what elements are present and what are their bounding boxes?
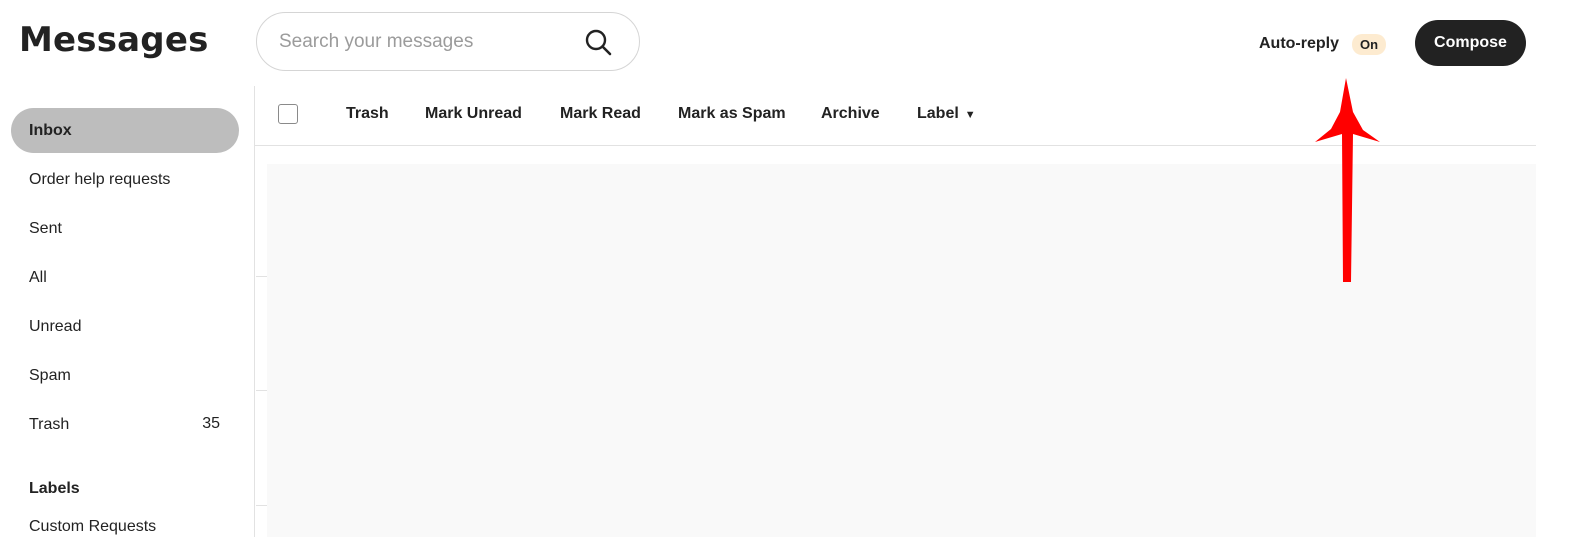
sidebar-item-inbox[interactable]: Inbox xyxy=(11,108,239,153)
sidebar-item-sent[interactable]: Sent xyxy=(11,206,239,251)
sidebar: Inbox Order help requests Sent All Unrea… xyxy=(0,108,250,535)
sidebar-item-label: Unread xyxy=(29,317,82,335)
trash-count: 35 xyxy=(202,415,220,432)
labels-heading: Labels xyxy=(29,480,80,497)
sidebar-divider xyxy=(254,86,255,537)
annotation-arrow-icon xyxy=(1315,78,1380,282)
mark-as-spam-button[interactable]: Mark as Spam xyxy=(678,105,786,123)
trash-button[interactable]: Trash xyxy=(346,105,389,123)
search-icon[interactable] xyxy=(584,28,614,58)
sidebar-item-trash[interactable]: Trash 35 xyxy=(11,402,239,447)
sidebar-item-all[interactable]: All xyxy=(11,255,239,300)
sidebar-item-spam[interactable]: Spam xyxy=(11,353,239,398)
auto-reply-label: Auto-reply xyxy=(1259,35,1339,52)
caret-down-icon: ▼ xyxy=(964,109,976,121)
sidebar-item-label: Inbox xyxy=(29,121,72,139)
auto-reply-status-badge: On xyxy=(1352,33,1387,55)
mark-unread-button[interactable]: Mark Unread xyxy=(425,105,522,123)
sidebar-item-label: Trash xyxy=(29,415,70,433)
label-item-custom-requests[interactable]: Custom Requests xyxy=(29,518,156,536)
search-input[interactable] xyxy=(279,25,579,59)
sidebar-item-label: Spam xyxy=(29,366,71,384)
page-title: Messages xyxy=(19,20,209,60)
sidebar-item-label: All xyxy=(29,268,47,286)
sidebar-item-label: Order help requests xyxy=(29,170,171,188)
mark-read-button[interactable]: Mark Read xyxy=(560,105,641,123)
sidebar-item-order-help-requests[interactable]: Order help requests xyxy=(11,157,239,202)
archive-button[interactable]: Archive xyxy=(821,105,880,123)
compose-button[interactable]: Compose xyxy=(1415,20,1526,66)
sidebar-item-label: Sent xyxy=(29,219,62,237)
select-all-checkbox[interactable] xyxy=(278,104,298,124)
label-dropdown[interactable]: Label ▼ xyxy=(917,105,976,123)
sidebar-item-unread[interactable]: Unread xyxy=(11,304,239,349)
messages-page: Messages Auto-reply On Compose Inbox Ord… xyxy=(0,0,1596,537)
search-box[interactable] xyxy=(256,12,640,71)
label-dropdown-text: Label xyxy=(917,105,959,122)
auto-reply-toggle[interactable]: Auto-reply On xyxy=(1259,32,1387,56)
